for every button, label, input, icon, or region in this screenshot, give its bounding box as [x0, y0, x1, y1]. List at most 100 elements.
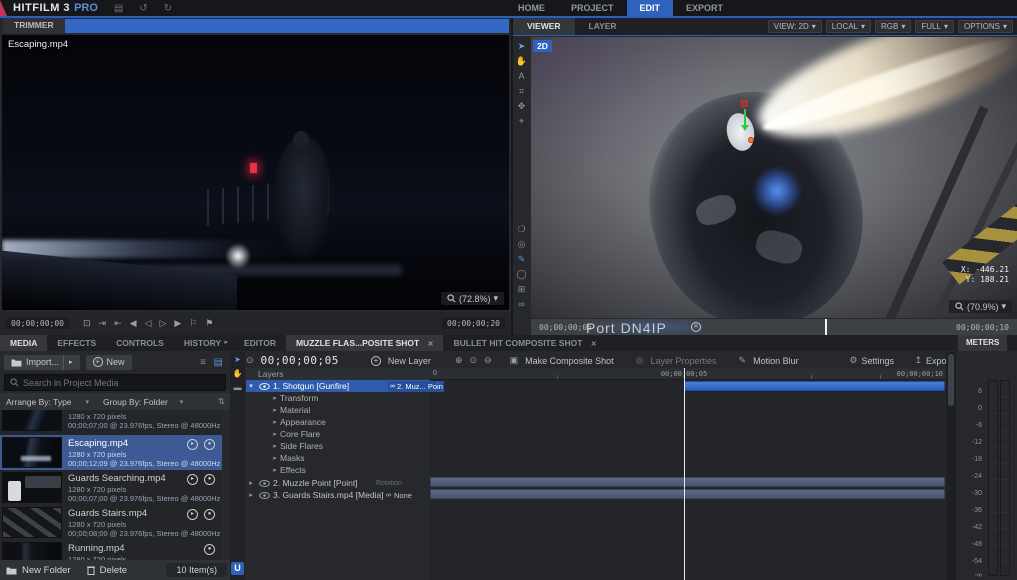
eye-icon[interactable]	[259, 492, 270, 499]
save-icon[interactable]: ▤	[114, 3, 123, 14]
expand-icon[interactable]: ▸	[246, 491, 256, 499]
mask-tool-icon[interactable]: ⌗	[519, 86, 524, 101]
arrange-by-dropdown[interactable]: Arrange By: Type	[6, 397, 72, 407]
tab-effects[interactable]: EFFECTS	[47, 335, 106, 351]
light-tool-icon[interactable]: ❍	[517, 224, 525, 239]
property-group-transform[interactable]: ▸Transform	[246, 392, 430, 404]
hand-tool-icon[interactable]: ✋	[233, 369, 243, 378]
media-info-icon[interactable]: ●	[204, 544, 215, 555]
media-info-icon[interactable]: ●	[204, 509, 215, 520]
step-forward-icon[interactable]: ▷	[159, 318, 166, 329]
tab-muzzle-flash-composite[interactable]: MUZZLE FLAS...POSITE SHOT ✕	[286, 335, 444, 351]
property-group-effects[interactable]: ▸Effects	[246, 464, 430, 476]
layer-row-muzzle-point[interactable]: ▸ 2. Muzzle Point [Point] Rotation	[246, 477, 430, 489]
tab-export[interactable]: EXPORT	[673, 0, 736, 16]
play-icon[interactable]: ▶	[174, 318, 181, 329]
media-item-guards-stairs[interactable]: Guards Stairs.mp4 1280 x 720 pixels 00;0…	[0, 505, 222, 540]
settings-button[interactable]: ⚙Settings	[849, 355, 894, 366]
media-item-escaping[interactable]: Escaping.mp4 1280 x 720 pixels 00;00;12;…	[0, 435, 222, 470]
tab-editor[interactable]: EDITOR	[234, 335, 286, 351]
trimmer-tab[interactable]: TRIMMER	[3, 18, 65, 33]
delete-button[interactable]: Delete	[100, 565, 127, 576]
viewer-scrub-bar[interactable]: 00;00;00;05 Port DN4IP ✕ 00;00;00;10	[531, 319, 1017, 335]
text-tool-icon[interactable]: A	[518, 71, 524, 86]
detail-view-icon[interactable]: ▤	[214, 357, 223, 368]
zoom-out-icon[interactable]: ⊖	[484, 355, 492, 366]
clip-bar-muzzle-point[interactable]	[430, 477, 945, 487]
orbit-camera-icon[interactable]: ◎	[518, 239, 526, 254]
viewer-canvas[interactable]: 2D X: -446.21 Y: 188.21 (70.9%) ▾	[531, 37, 1017, 318]
pen-tool-icon[interactable]: ✎	[518, 254, 526, 269]
go-to-icon[interactable]: ⊙	[246, 355, 254, 366]
new-folder-button[interactable]: New Folder	[22, 565, 71, 576]
channel-dropdown[interactable]: RGB▾	[875, 20, 911, 33]
zoom-in-icon[interactable]: ⊕	[455, 355, 463, 366]
property-group-appearance[interactable]: ▸Appearance	[246, 416, 430, 428]
tab-home[interactable]: HOME	[505, 0, 558, 16]
media-item-partial[interactable]: 1280 x 720 pixels 00;00;07;00 @ 23.976fp…	[0, 410, 222, 433]
property-group-masks[interactable]: ▸Masks	[246, 452, 430, 464]
collapse-icon[interactable]: ▾	[246, 382, 256, 390]
timeline-scroll-thumb[interactable]	[948, 354, 954, 406]
property-group-material[interactable]: ▸Material	[246, 404, 430, 416]
tab-layer[interactable]: LAYER	[575, 18, 631, 35]
tab-meters[interactable]: METERS	[958, 335, 1007, 351]
list-view-icon[interactable]: ≡	[200, 357, 206, 368]
viewer-zoom-control[interactable]: (70.9%) ▾	[949, 300, 1012, 313]
tab-bullet-hit-composite[interactable]: BULLET HIT COMPOSITE SHOT ✕	[443, 335, 606, 351]
trimmer-canvas[interactable]: Escaping.mp4 (72.8%) ▾	[2, 35, 509, 310]
export-frame-icon[interactable]: ⇥	[99, 318, 107, 329]
sort-icon[interactable]: ⇅	[218, 396, 225, 407]
make-composite-icon[interactable]: ▸	[187, 474, 198, 485]
timeline-playhead[interactable]	[684, 368, 685, 580]
grid-tool-icon[interactable]: ⊞	[518, 284, 526, 299]
tab-viewer[interactable]: VIEWER	[513, 18, 575, 35]
step-back-icon[interactable]: ◁	[145, 318, 152, 329]
gizmo-point-handle[interactable]	[748, 137, 754, 143]
watermark-close-icon[interactable]: ✕	[691, 322, 701, 332]
local-dropdown[interactable]: LOCAL▾	[826, 20, 871, 33]
universal-snap-badge[interactable]: U	[231, 562, 244, 575]
loop-icon[interactable]: ⊡	[83, 318, 91, 329]
parent-layer-dropdown[interactable]: ∞ 2. Muz... Poin	[388, 381, 444, 392]
media-info-icon[interactable]: ●	[204, 439, 215, 450]
clip-bar-shotgun[interactable]	[684, 381, 945, 391]
close-tab-icon[interactable]: ✕	[428, 341, 434, 348]
view-mode-dropdown[interactable]: VIEW: 2D▾	[768, 20, 822, 33]
make-composite-button[interactable]: Make Composite Shot	[525, 356, 614, 366]
move-tool-icon[interactable]: ✥	[518, 101, 526, 116]
expand-icon[interactable]: ▸	[246, 479, 256, 487]
tab-media[interactable]: MEDIA	[0, 335, 47, 351]
orbit-tool-icon[interactable]: ⌖	[519, 116, 524, 131]
quality-dropdown[interactable]: FULL▾	[915, 20, 954, 33]
layer-properties-button[interactable]: Layer Properties	[651, 356, 717, 366]
timeline-scrollbar[interactable]	[946, 352, 956, 580]
new-button[interactable]: + New	[86, 355, 132, 370]
layer-row-shotgun[interactable]: ▾ 1. Shotgun [Gunfire] ∞ 2. Muz... Poin	[246, 380, 430, 392]
layer-row-guards-stairs[interactable]: ▸ 3. Guards Stairs.mp4 [Media] ∞ None	[246, 489, 430, 501]
tab-history[interactable]: HISTORY	[174, 335, 231, 351]
parent-layer-dropdown[interactable]: ∞ None	[386, 491, 412, 500]
gizmo-anchor-handle[interactable]	[741, 100, 748, 107]
mark-in-icon[interactable]: ⚐	[189, 318, 197, 329]
options-dropdown[interactable]: OPTIONS▾	[958, 20, 1013, 33]
zoom-fit-icon[interactable]: ⊙	[469, 355, 477, 366]
close-tab-icon[interactable]: ✕	[591, 341, 597, 348]
select-tool-icon[interactable]: ➤	[234, 355, 241, 364]
eye-icon[interactable]	[259, 480, 270, 487]
slice-tool-icon[interactable]: ▬	[234, 383, 242, 392]
timeline-timecode[interactable]: 00;00;00;05	[261, 354, 339, 367]
mark-out-icon[interactable]: ⚑	[205, 318, 213, 329]
tab-project[interactable]: PROJECT	[558, 0, 627, 16]
timeline-ruler[interactable]: 0 00;00;00;05 00;00;00;10	[430, 368, 945, 380]
chain-tool-icon[interactable]: ∞	[518, 299, 524, 314]
eye-icon[interactable]	[259, 383, 270, 390]
tab-edit[interactable]: EDIT	[627, 0, 674, 16]
redo-icon[interactable]: ↻	[164, 3, 172, 14]
tab-controls[interactable]: CONTROLS	[106, 335, 174, 351]
prev-frame-icon[interactable]: ◀	[130, 318, 137, 329]
import-button[interactable]: Import... ▸	[4, 355, 80, 370]
media-info-icon[interactable]: ●	[204, 474, 215, 485]
tab-overflow-icon[interactable]: ▸	[224, 338, 228, 346]
viewer-playhead[interactable]	[825, 319, 827, 335]
